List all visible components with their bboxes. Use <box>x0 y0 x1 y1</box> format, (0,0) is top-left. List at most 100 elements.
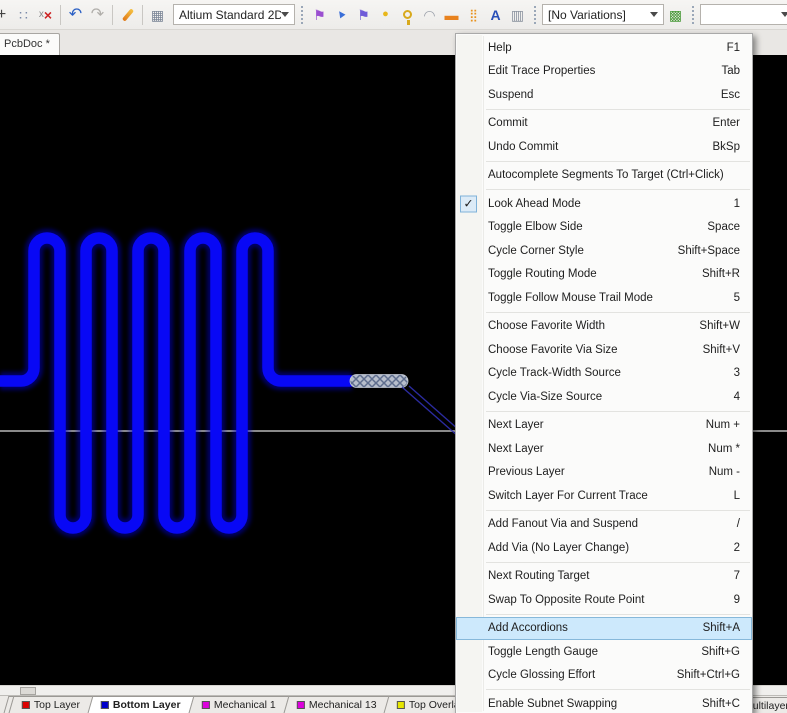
menu-item-label: Choose Favorite Width <box>488 320 605 332</box>
right-empty-combo[interactable] <box>700 4 787 25</box>
redo-icon[interactable]: ↷ <box>87 4 108 25</box>
toolbar-grip[interactable] <box>692 6 694 24</box>
menu-item-suspend[interactable]: Suspend Esc <box>456 83 752 107</box>
layer-color-chip <box>297 701 305 709</box>
menu-item-label: Add Via (No Layer Change) <box>488 542 629 554</box>
menu-item-label: Cycle Via-Size Source <box>488 391 602 403</box>
layer-color-chip <box>22 701 30 709</box>
pad-array-icon[interactable]: ⣿ <box>463 4 484 25</box>
scrollbar-thumb[interactable] <box>20 687 36 695</box>
menu-item-label: Commit <box>488 117 528 129</box>
menu-item-help[interactable]: Help F1 <box>456 36 752 60</box>
menu-separator <box>486 562 750 563</box>
toolbar-grip[interactable] <box>534 6 536 24</box>
menu-item-add-accordions[interactable]: Add Accordions Shift+A <box>456 617 752 641</box>
menu-item-shortcut: Shift+V <box>691 344 740 356</box>
menu-item-cycle-track-width-source[interactable]: Cycle Track-Width Source 3 <box>456 362 752 386</box>
menu-item-choose-favorite-via-size[interactable]: Choose Favorite Via Size Shift+V <box>456 338 752 362</box>
undo-icon[interactable]: ↶ <box>65 4 86 25</box>
main-toolbar: + ∷ x× ↶ ↷ ▦ Altium Standard 2D ⚑ ▲ ⚑ ● … <box>0 0 787 30</box>
clear-filter-x-red: × <box>44 8 52 22</box>
variations-value: [No Variations] <box>548 8 626 22</box>
layer-tab-top-layer[interactable]: Top Layer <box>9 696 94 713</box>
menu-item-cycle-corner-style[interactable]: Cycle Corner Style Shift+Space <box>456 239 752 263</box>
menu-item-label: Add Fanout Via and Suspend <box>488 518 638 530</box>
menu-item-label: Cycle Glossing Effort <box>488 669 595 681</box>
menu-item-label: Cycle Track-Width Source <box>488 367 621 379</box>
arc-icon[interactable]: ◠ <box>419 4 440 25</box>
menu-item-cycle-via-size-source[interactable]: Cycle Via-Size Source 4 <box>456 385 752 409</box>
clear-filter-icon[interactable]: x× <box>35 4 56 25</box>
view-configuration-combo[interactable]: Altium Standard 2D <box>173 4 295 25</box>
select-trace-icon[interactable]: ▲ <box>331 4 352 25</box>
checkbox-checked-icon: ✓ <box>460 195 477 212</box>
menu-item-edit-trace-properties[interactable]: Edit Trace Properties Tab <box>456 60 752 84</box>
menu-item-switch-layer-current-trace[interactable]: Switch Layer For Current Trace L <box>456 484 752 508</box>
menu-item-label: Edit Trace Properties <box>488 65 595 77</box>
menu-item-next-layer-star[interactable]: Next Layer Num * <box>456 437 752 461</box>
pencil-shape <box>121 8 133 21</box>
menu-item-toggle-length-gauge[interactable]: Toggle Length Gauge Shift+G <box>456 640 752 664</box>
menu-item-label: Swap To Opposite Route Point <box>488 594 644 606</box>
route-edit-icon[interactable]: ⚑ <box>353 4 374 25</box>
menu-item-enable-subnet-swapping[interactable]: Enable Subnet Swapping Shift+C <box>456 692 752 713</box>
component-icon[interactable]: ▥ <box>507 4 528 25</box>
menu-item-swap-opposite-route-point[interactable]: Swap To Opposite Route Point 9 <box>456 588 752 612</box>
board-shape-icon[interactable]: ▦ <box>147 4 168 25</box>
menu-item-next-routing-target[interactable]: Next Routing Target 7 <box>456 565 752 589</box>
menu-item-cycle-glossing-effort[interactable]: Cycle Glossing Effort Shift+Ctrl+G <box>456 664 752 688</box>
menu-item-shortcut: Shift+C <box>690 698 740 710</box>
menu-item-label: Switch Layer For Current Trace <box>488 490 648 502</box>
menu-item-toggle-elbow-side[interactable]: Toggle Elbow Side Space <box>456 216 752 240</box>
snap-points-icon[interactable]: ∷ <box>13 4 34 25</box>
menu-separator <box>486 189 750 190</box>
menu-item-shortcut: Space <box>695 221 740 233</box>
toolbar-separator <box>112 5 113 25</box>
menu-item-shortcut: / <box>725 518 740 530</box>
altium-pcb-editor-window: + ∷ x× ↶ ↷ ▦ Altium Standard 2D ⚑ ▲ ⚑ ● … <box>0 0 787 713</box>
menu-item-toggle-follow-mouse-trail[interactable]: Toggle Follow Mouse Trail Mode 5 <box>456 286 752 310</box>
menu-item-label: Add Accordions <box>488 622 568 634</box>
interactive-route-icon[interactable]: ⚑ <box>309 4 330 25</box>
menu-separator <box>486 161 750 162</box>
menu-item-previous-layer[interactable]: Previous Layer Num - <box>456 461 752 485</box>
layer-tab-mechanical-1[interactable]: Mechanical 1 <box>188 696 289 713</box>
menu-item-undo-commit[interactable]: Undo Commit BkSp <box>456 135 752 159</box>
menu-item-shortcut: 4 <box>722 391 740 403</box>
select-trace-arrow: ▲ <box>334 7 349 22</box>
layer-tab-mechanical-13[interactable]: Mechanical 13 <box>283 696 390 713</box>
layer-tab-bottom-layer[interactable]: Bottom Layer <box>88 696 195 713</box>
pencil-icon[interactable] <box>117 4 138 25</box>
menu-item-shortcut: Shift+A <box>691 622 740 634</box>
menu-item-autocomplete-segments[interactable]: Autocomplete Segments To Target (Ctrl+Cl… <box>456 164 752 188</box>
menu-item-label: Toggle Length Gauge <box>488 646 598 658</box>
menu-item-toggle-routing-mode[interactable]: Toggle Routing Mode Shift+R <box>456 263 752 287</box>
chevron-down-icon <box>650 12 658 21</box>
menu-item-add-via-no-layer-change[interactable]: Add Via (No Layer Change) 2 <box>456 536 752 560</box>
menu-item-shortcut: 9 <box>722 594 740 606</box>
layer-tab-label: Mechanical 13 <box>309 699 377 711</box>
text-string-icon[interactable]: A <box>485 4 506 25</box>
menu-item-commit[interactable]: Commit Enter <box>456 112 752 136</box>
variations-combo[interactable]: [No Variations] <box>542 4 664 25</box>
crosshair-icon[interactable]: + <box>0 4 12 25</box>
menu-item-choose-favorite-width[interactable]: Choose Favorite Width Shift+W <box>456 315 752 339</box>
toolbar-separator <box>142 5 143 25</box>
toolbar-grip[interactable] <box>301 6 303 24</box>
pad-icon[interactable]: ● <box>375 4 396 25</box>
variant-chip-icon[interactable]: ▩ <box>665 4 686 25</box>
menu-item-shortcut: Num + <box>694 419 740 431</box>
menu-item-add-fanout-via[interactable]: Add Fanout Via and Suspend / <box>456 513 752 537</box>
view-configuration-value: Altium Standard 2D <box>179 8 281 22</box>
fill-icon[interactable]: ▬ <box>441 4 462 25</box>
document-tab-pcbdoc[interactable]: PcbDoc * <box>0 33 60 55</box>
menu-item-shortcut: 1 <box>722 198 740 210</box>
menu-item-shortcut: Shift+Ctrl+G <box>665 669 740 681</box>
menu-item-label: Enable Subnet Swapping <box>488 698 617 710</box>
menu-separator <box>486 614 750 615</box>
menu-item-shortcut: L <box>722 490 740 502</box>
menu-item-next-layer-plus[interactable]: Next Layer Num + <box>456 414 752 438</box>
menu-item-look-ahead-mode[interactable]: ✓ Look Ahead Mode 1 <box>456 192 752 216</box>
via-icon[interactable] <box>397 4 418 25</box>
menu-separator <box>486 109 750 110</box>
